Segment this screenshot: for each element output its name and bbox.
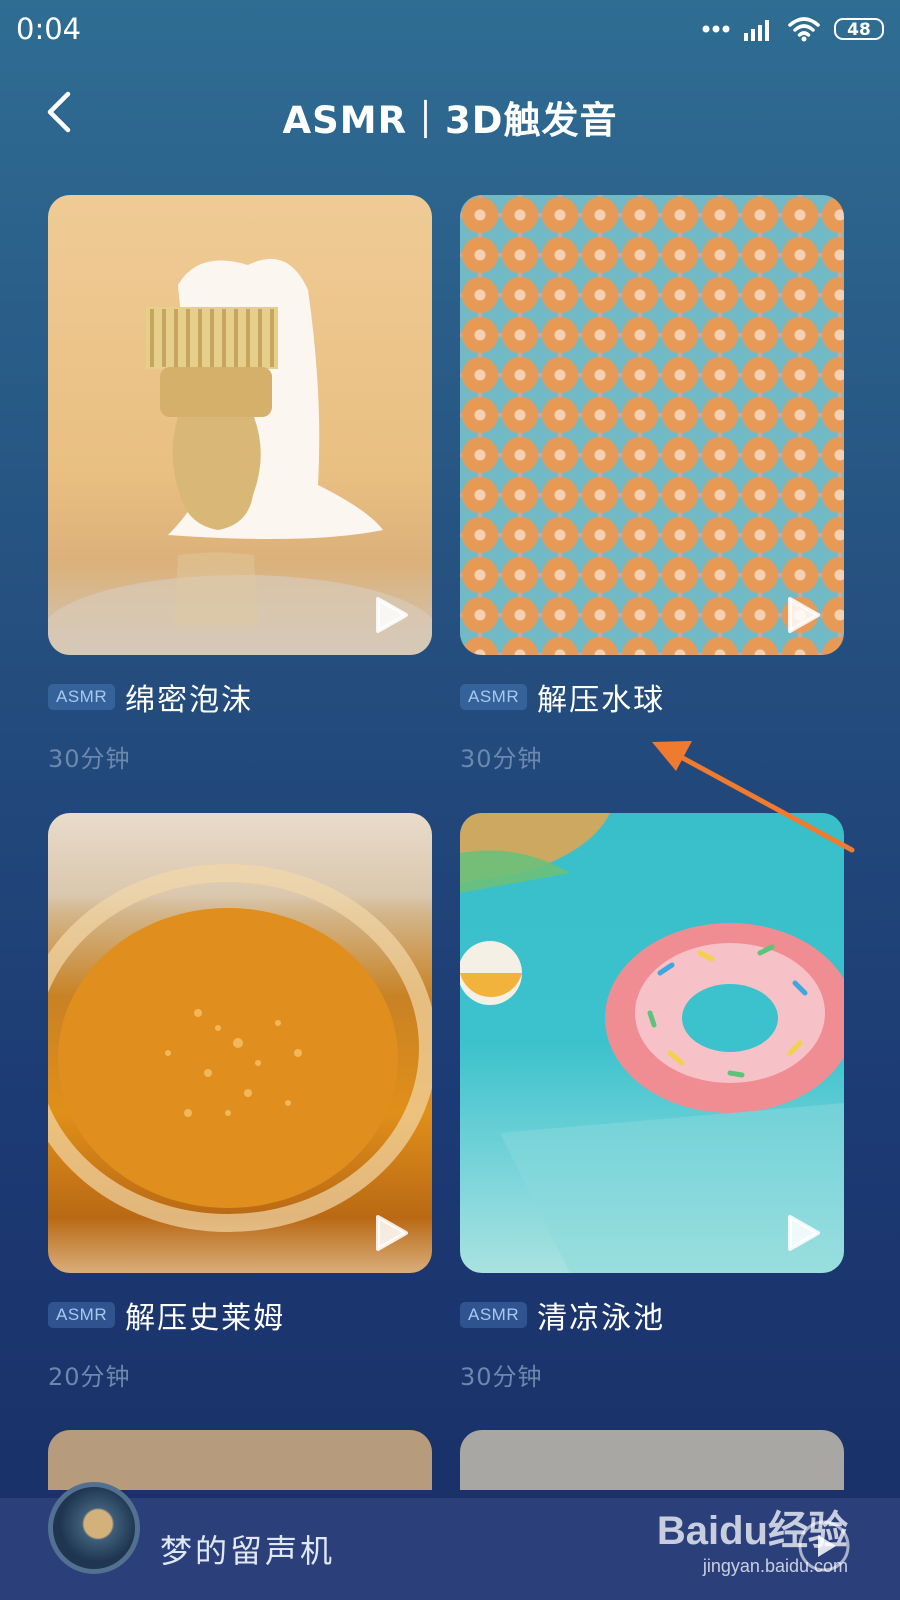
track-thumbnail[interactable]: [48, 813, 432, 1273]
foam-brush-image: [48, 258, 432, 655]
track-card-pool[interactable]: ASMR 清凉泳池 30分钟: [460, 813, 844, 1391]
track-thumbnail[interactable]: [460, 813, 844, 1273]
battery-indicator: 48: [834, 18, 884, 40]
status-time: 0:04: [16, 12, 82, 46]
asmr-tag: ASMR: [48, 684, 116, 710]
page-title: ASMR｜3D触发音: [282, 99, 618, 142]
track-duration: 30分钟: [460, 745, 543, 773]
honey-jar-image: [48, 864, 432, 1232]
signal-icon: [744, 20, 769, 41]
asmr-tag: ASMR: [460, 684, 528, 710]
battery-level: 48: [847, 19, 871, 40]
track-card-water-beads[interactable]: ASMR 解压水球 30分钟: [460, 195, 844, 773]
track-card-partial[interactable]: [460, 1430, 844, 1490]
track-title: 解压水球: [537, 683, 666, 718]
player-play-icon[interactable]: [796, 1518, 852, 1574]
player-cover-avatar[interactable]: [48, 1482, 140, 1574]
mini-player[interactable]: 梦的留声机 Baidu经验 jingyan.baidu.com: [0, 1482, 900, 1600]
track-title: 清凉泳池: [537, 1301, 666, 1336]
track-meta: ASMR 解压水球 30分钟: [460, 675, 844, 774]
more-dots-icon: [702, 25, 730, 33]
pool-float-image: [460, 813, 844, 1273]
track-thumbnail[interactable]: [460, 195, 844, 655]
track-thumbnail[interactable]: [48, 195, 432, 655]
track-duration: 20分钟: [48, 1363, 131, 1391]
asmr-tag: ASMR: [48, 1302, 116, 1328]
track-title: 绵密泡沫: [125, 683, 254, 718]
asmr-tag: ASMR: [460, 1302, 528, 1328]
status-icons: 48: [702, 16, 884, 42]
track-duration: 30分钟: [48, 745, 131, 773]
track-card-foam[interactable]: ASMR 绵密泡沫 30分钟: [48, 195, 432, 773]
header: ASMR｜3D触发音: [0, 76, 900, 148]
track-title: 解压史莱姆: [125, 1301, 286, 1336]
play-icon[interactable]: [786, 595, 822, 635]
track-meta: ASMR 绵密泡沫 30分钟: [48, 675, 432, 774]
track-meta: ASMR 解压史莱姆 20分钟: [48, 1293, 432, 1392]
play-icon[interactable]: [374, 595, 410, 635]
play-icon[interactable]: [786, 1213, 822, 1253]
wifi-icon: [788, 17, 820, 42]
track-card-partial[interactable]: [48, 1430, 432, 1490]
play-icon[interactable]: [374, 1213, 410, 1253]
player-title: 梦的留声机: [160, 1532, 336, 1570]
track-card-slime[interactable]: ASMR 解压史莱姆 20分钟: [48, 813, 432, 1391]
track-duration: 30分钟: [460, 1363, 543, 1391]
status-bar: 0:04 48: [0, 0, 900, 64]
track-meta: ASMR 清凉泳池 30分钟: [460, 1293, 844, 1392]
